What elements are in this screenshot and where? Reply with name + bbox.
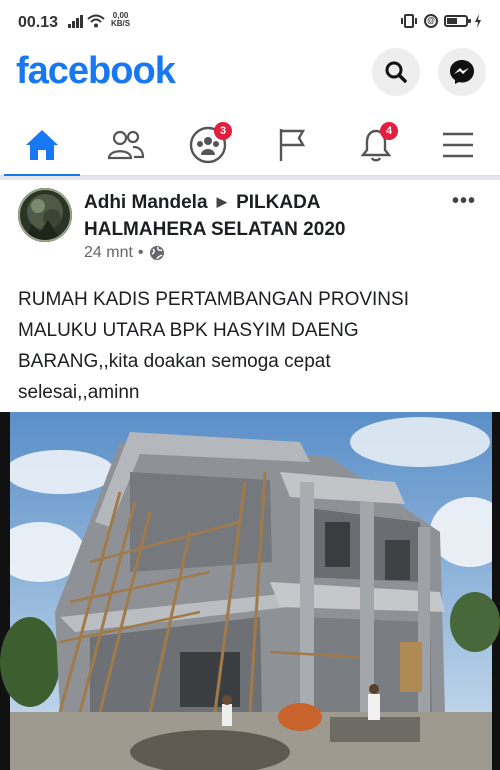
home-icon <box>26 130 58 160</box>
arrow-right-icon: ▶ <box>216 194 227 209</box>
battery-icon <box>444 15 471 27</box>
post-author-line: Adhi Mandela ▶ PILKADA HALMAHERA SELATAN… <box>84 190 434 243</box>
globe-icon <box>149 246 164 260</box>
app-header: facebook <box>0 46 500 106</box>
search-button[interactable] <box>372 48 420 96</box>
vibrate-icon <box>401 14 417 28</box>
tab-notifications[interactable]: 4 <box>334 114 418 176</box>
post-header: Adhi Mandela ▶ PILKADA HALMAHERA SELATAN… <box>0 182 500 268</box>
groups-badge: 3 <box>214 122 232 140</box>
messenger-icon <box>450 60 474 84</box>
notifications-badge: 4 <box>380 122 398 140</box>
system-indicators: @ <box>400 14 482 28</box>
tab-friends[interactable] <box>84 114 168 176</box>
post-text-line: selesai,,aminn <box>18 382 140 403</box>
meta-separator: • <box>137 244 144 261</box>
tab-home[interactable] <box>0 114 84 177</box>
author-name[interactable]: Adhi Mandela <box>84 192 208 213</box>
search-icon <box>385 61 407 83</box>
wifi-icon <box>87 14 105 28</box>
messenger-button[interactable] <box>438 48 486 96</box>
menu-icon <box>443 132 473 158</box>
post-text-line: RUMAH KADIS PERTAMBANGAN PROVINSI <box>18 289 409 310</box>
post-photo[interactable] <box>0 412 500 770</box>
network-indicators: 0,00 KB/S <box>68 12 130 28</box>
post-options-button[interactable]: ••• <box>452 190 476 213</box>
tab-groups[interactable]: 3 <box>166 114 250 176</box>
tab-pages[interactable] <box>250 114 334 176</box>
network-speed: 0,00 KB/S <box>111 12 130 28</box>
charging-icon <box>475 14 481 28</box>
post-text-line: MALUKU UTARA BPK HASYIM DAENG <box>18 320 359 341</box>
post-meta: 24 mnt • <box>84 244 165 262</box>
post-text: RUMAH KADIS PERTAMBANGAN PROVINSI MALUKU… <box>18 284 488 408</box>
post-time[interactable]: 24 mnt <box>84 244 133 262</box>
tab-menu[interactable] <box>416 114 500 176</box>
status-time: 00.13 <box>18 14 59 31</box>
post-text-line: BARANG,,kita doakan semoga cepat <box>18 351 331 372</box>
avatar[interactable] <box>18 188 72 242</box>
at-sign-icon: @ <box>424 14 438 28</box>
house-under-construction-photo <box>0 412 500 770</box>
facebook-logo[interactable]: facebook <box>16 50 176 93</box>
pages-flag-icon <box>279 129 306 161</box>
status-bar: 00.13 0,00 KB/S @ <box>0 0 500 46</box>
navigation-bar: 3 4 <box>0 114 500 177</box>
feed-divider <box>0 176 500 180</box>
signal-strength-icon <box>68 14 83 28</box>
network-speed-unit: KB/S <box>111 19 131 28</box>
friends-icon <box>107 130 145 160</box>
